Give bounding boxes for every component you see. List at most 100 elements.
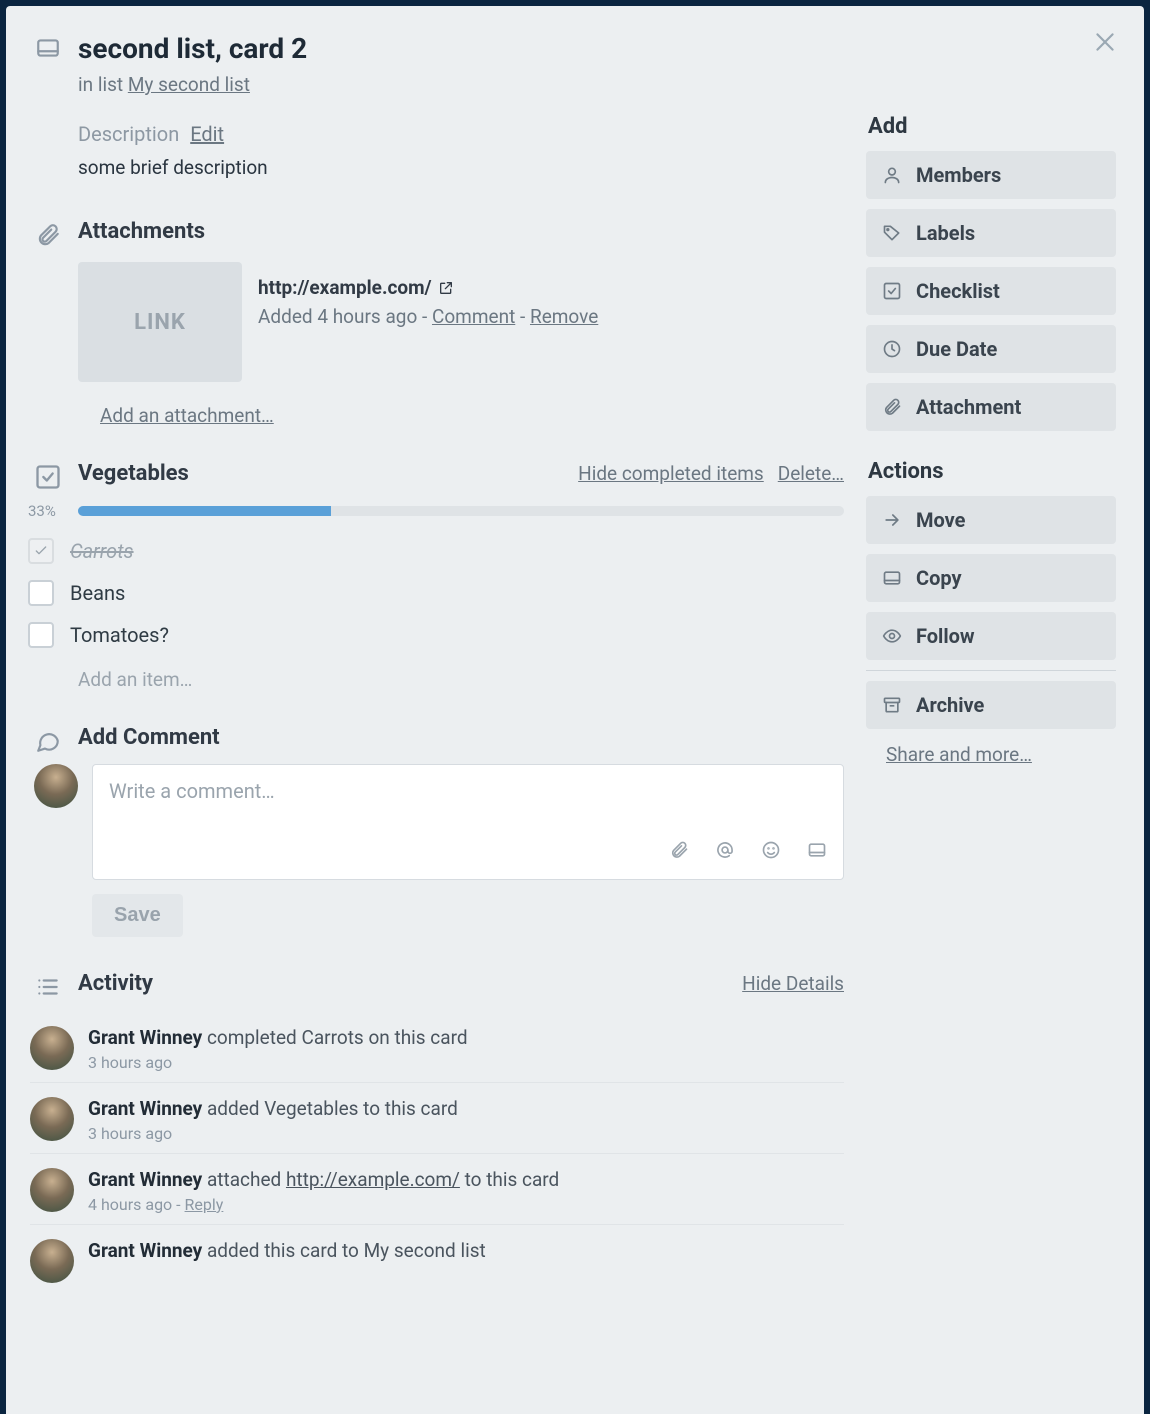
close-icon[interactable] [1092, 28, 1118, 60]
members-button[interactable]: Members [866, 151, 1116, 199]
checklist-percent: 33% [28, 502, 68, 520]
paperclip-icon [882, 397, 902, 417]
sidebar-label: Move [916, 508, 965, 532]
activity-user[interactable]: Grant Winney [88, 1097, 202, 1120]
attachment-added: Added 4 hours ago [258, 305, 417, 328]
attachment-item[interactable]: LINK http://example.com/ Added 4 hours a… [78, 262, 844, 382]
activity-item: Grant Winney added Vegetables to this ca… [30, 1083, 844, 1154]
activity-user[interactable]: Grant Winney [88, 1026, 202, 1049]
archive-button[interactable]: Archive [866, 681, 1116, 729]
in-list: in list My second list [34, 73, 844, 96]
avatar[interactable] [30, 1168, 74, 1212]
avatar[interactable] [30, 1097, 74, 1141]
attachment-comment-link[interactable]: Comment [432, 305, 515, 328]
external-link-icon [438, 280, 454, 296]
attachment-thumbnail[interactable]: LINK [78, 262, 242, 382]
attach-icon[interactable] [669, 840, 689, 865]
avatar[interactable] [30, 1239, 74, 1283]
activity-user[interactable]: Grant Winney [88, 1168, 202, 1191]
emoji-icon[interactable] [761, 840, 781, 865]
due-date-button[interactable]: Due Date [866, 325, 1116, 373]
save-comment-button[interactable]: Save [92, 894, 183, 937]
move-button[interactable]: Move [866, 496, 1116, 544]
clock-icon [882, 339, 902, 359]
activity-reply-link[interactable]: Reply [185, 1195, 224, 1214]
sidebar-add-title: Add [868, 114, 1116, 139]
activity-item: Grant Winney completed Carrots on this c… [30, 1002, 844, 1083]
activity-time: 3 hours ago [88, 1053, 468, 1072]
activity-action: completed Carrots on this card [202, 1026, 467, 1049]
hide-details-link[interactable]: Hide Details [742, 972, 844, 995]
attachment-url[interactable]: http://example.com/ [258, 276, 598, 299]
in-list-prefix: in list [78, 73, 128, 96]
hide-completed-link[interactable]: Hide completed items [578, 462, 764, 485]
user-icon [882, 165, 902, 185]
checklist-progress-fill [78, 506, 331, 516]
checkbox-icon[interactable] [28, 622, 54, 648]
sidebar-label: Labels [916, 221, 975, 245]
eye-icon [882, 626, 902, 646]
sidebar-label: Attachment [916, 395, 1021, 419]
attachments-title: Attachments [78, 219, 205, 244]
checklist-progress-bar [78, 506, 844, 516]
checklist-item-label: Tomatoes? [70, 623, 169, 647]
sidebar-actions-title: Actions [868, 459, 1116, 484]
follow-button[interactable]: Follow [866, 612, 1116, 660]
check-square-icon [882, 281, 902, 301]
checklist-item[interactable]: Beans [28, 572, 844, 614]
checklist-button[interactable]: Checklist [866, 267, 1116, 315]
description-label: Description [78, 122, 179, 146]
checklist-item-label: Carrots [70, 539, 134, 563]
sidebar-label: Due Date [916, 337, 997, 361]
add-checklist-item[interactable]: Add an item… [78, 668, 844, 691]
attachment-remove-link[interactable]: Remove [530, 305, 598, 328]
activity-action: to this card [460, 1168, 559, 1191]
copy-button[interactable]: Copy [866, 554, 1116, 602]
card-icon[interactable] [807, 840, 827, 865]
comment-icon [32, 725, 64, 757]
delete-checklist-link[interactable]: Delete… [778, 462, 844, 485]
checklist-title[interactable]: Vegetables [78, 461, 189, 486]
share-more-link[interactable]: Share and more… [886, 743, 1116, 766]
sidebar-label: Follow [916, 624, 975, 648]
tag-icon [882, 223, 902, 243]
activity-icon [32, 971, 64, 1003]
activity-link[interactable]: http://example.com/ [286, 1168, 460, 1191]
activity-action: added this card to My second list [202, 1239, 486, 1262]
description-edit-link[interactable]: Edit [190, 122, 224, 146]
checkbox-checked-icon[interactable] [28, 538, 54, 564]
card-modal: second list, card 2 in list My second li… [6, 6, 1144, 1414]
checklist-icon [32, 461, 64, 493]
arrow-right-icon [882, 510, 902, 530]
sidebar-label: Members [916, 163, 1001, 187]
activity-time: 3 hours ago [88, 1124, 458, 1143]
list-link[interactable]: My second list [128, 73, 250, 96]
attachment-url-text: http://example.com/ [258, 276, 432, 299]
activity-action: attached [202, 1168, 286, 1191]
card-icon [32, 32, 64, 64]
attachment-subtext: Added 4 hours ago - Comment - Remove [258, 305, 598, 328]
card-title[interactable]: second list, card 2 [34, 32, 844, 65]
activity-user[interactable]: Grant Winney [88, 1239, 202, 1262]
activity-item: Grant Winney added this card to My secon… [30, 1225, 844, 1293]
checklist-item[interactable]: Tomatoes? [28, 614, 844, 656]
description-text[interactable]: some brief description [34, 156, 844, 179]
mention-icon[interactable] [715, 840, 735, 865]
add-attachment-link[interactable]: Add an attachment… [100, 404, 274, 427]
labels-button[interactable]: Labels [866, 209, 1116, 257]
sidebar-label: Checklist [916, 279, 1000, 303]
sidebar-label: Archive [916, 693, 984, 717]
activity-time: 4 hours ago [88, 1195, 172, 1214]
activity-action: added Vegetables to this card [202, 1097, 458, 1120]
archive-icon [882, 695, 902, 715]
activity-item: Grant Winney attached http://example.com… [30, 1154, 844, 1225]
sidebar-label: Copy [916, 566, 962, 590]
checkbox-icon[interactable] [28, 580, 54, 606]
card-icon [882, 568, 902, 588]
activity-title: Activity [78, 971, 153, 996]
attachment-button[interactable]: Attachment [866, 383, 1116, 431]
avatar[interactable] [30, 1026, 74, 1070]
avatar[interactable] [34, 764, 78, 808]
checklist-item[interactable]: Carrots [28, 530, 844, 572]
comment-input[interactable]: Write a comment… [92, 764, 844, 880]
